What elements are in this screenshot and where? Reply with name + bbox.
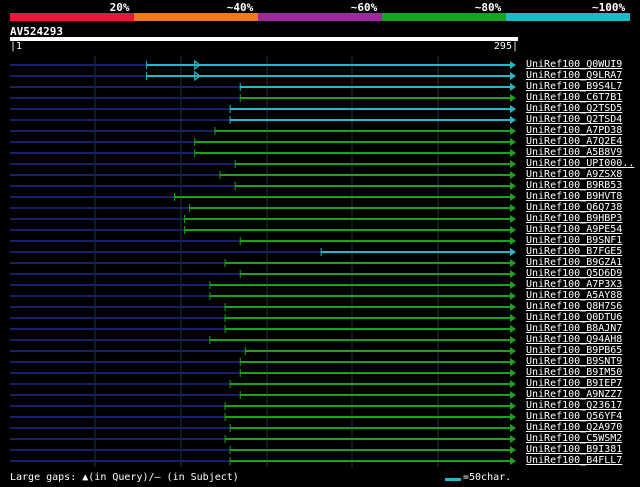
hit-link[interactable]: UniRef100_Q23617: [526, 400, 622, 411]
alignment-arrowhead: [510, 149, 516, 157]
alignment-arrowhead: [510, 303, 516, 311]
hit-link[interactable]: UniRef100_B9SNF1: [526, 235, 622, 246]
alignment-arrowhead: [510, 402, 516, 410]
alignment-arrowhead: [510, 182, 516, 190]
alignment-arrowhead: [510, 314, 516, 322]
hit-link[interactable]: UniRef100_Q5D6D9: [526, 268, 622, 279]
hit-link[interactable]: UniRef100_B9IM50: [526, 367, 622, 378]
hit-link[interactable]: UniRef100_A9ZSX8: [526, 169, 622, 180]
hit-link[interactable]: UniRef100_A7P3X3: [526, 279, 622, 290]
hit-link[interactable]: UniRef100_A7PD38: [526, 125, 622, 136]
alignment-arrowhead: [510, 237, 516, 245]
alignment-arrowhead: [510, 72, 516, 80]
alignment-arrowhead: [510, 424, 516, 432]
hit-link[interactable]: UniRef100_B9GZA1: [526, 257, 622, 268]
hit-link[interactable]: UniRef100_B9SNT9: [526, 356, 622, 367]
hit-link[interactable]: UniRef100_A9PE54: [526, 224, 622, 235]
alignment-arrowhead: [510, 270, 516, 278]
alignment-arrowhead: [510, 138, 516, 146]
scale-line: [445, 478, 461, 481]
alignment-arrowhead: [510, 325, 516, 333]
alignment-arrowhead: [510, 347, 516, 355]
alignment-arrowhead: [510, 160, 516, 168]
hit-link[interactable]: UniRef100_Q56YF4: [526, 411, 622, 422]
alignment-arrowhead: [510, 435, 516, 443]
hit-link[interactable]: UniRef100_Q2A970: [526, 422, 622, 433]
alignment-arrowhead: [510, 116, 516, 124]
alignment-arrowhead: [510, 358, 516, 366]
hit-link[interactable]: UniRef100_B7FGE5: [526, 246, 622, 257]
hit-link[interactable]: UniRef100_B8AJN7: [526, 323, 622, 334]
hit-link[interactable]: UniRef100_A9NZZ7: [526, 389, 622, 400]
alignment-arrowhead: [510, 215, 516, 223]
hit-link[interactable]: UniRef100_Q9LRA7: [526, 70, 622, 81]
hit-link[interactable]: UniRef100_Q2TSD5: [526, 103, 622, 114]
hit-link[interactable]: UniRef100_A5B8V9: [526, 147, 622, 158]
alignment-arrowhead: [510, 259, 516, 267]
hit-link[interactable]: UniRef100_B9HVT8: [526, 191, 622, 202]
alignment-arrowhead: [510, 446, 516, 454]
hit-link[interactable]: UniRef100_Q2TSD4: [526, 114, 622, 125]
alignment-arrowhead: [510, 204, 516, 212]
gaps-label: Large gaps:: [10, 472, 83, 483]
hit-link[interactable]: UniRef100_Q0WUI9: [526, 59, 622, 70]
hit-link[interactable]: UniRef100_B9S4L7: [526, 81, 622, 92]
hit-link[interactable]: UniRef100_A7Q2E4: [526, 136, 622, 147]
gaps-description: (in Query)/– (in Subject): [88, 472, 239, 483]
hit-link[interactable]: UniRef100_Q94AH8: [526, 334, 622, 345]
hit-link[interactable]: UniRef100_B9IEP7: [526, 378, 622, 389]
footer-gaps-legend: Large gaps: ▲(in Query)/– (in Subject): [10, 472, 239, 483]
hit-link[interactable]: UniRef100_C5WSM2: [526, 433, 622, 444]
alignment-arrowhead: [510, 226, 516, 234]
alignment-arrowhead: [510, 457, 516, 465]
alignment-arrowhead: [510, 127, 516, 135]
alignment-arrowhead: [510, 61, 516, 69]
hit-link[interactable]: UniRef100_C6T7B1: [526, 92, 622, 103]
alignment-arrowhead: [510, 413, 516, 421]
alignment-arrowhead: [510, 193, 516, 201]
alignment-arrowhead: [510, 391, 516, 399]
alignment-arrowhead: [510, 94, 516, 102]
alignment-arrowhead: [510, 380, 516, 388]
alignment-arrowhead: [510, 171, 516, 179]
hit-link[interactable]: UniRef100_B9I381: [526, 444, 622, 455]
hit-link[interactable]: UniRef100_B4FLL7: [526, 455, 622, 466]
alignment-arrowhead: [510, 83, 516, 91]
hit-link[interactable]: UniRef100_B9PB65: [526, 345, 622, 356]
alignment-arrowhead: [510, 336, 516, 344]
hit-link[interactable]: UniRef100_Q8H7S6: [526, 301, 622, 312]
hit-link[interactable]: UniRef100_B9HBP3: [526, 213, 622, 224]
alignment-arrowhead: [510, 281, 516, 289]
hit-link[interactable]: UniRef100_A5AY88: [526, 290, 622, 301]
scale-label: =50char.: [463, 472, 512, 483]
alignment-arrowhead: [510, 292, 516, 300]
alignment-arrowhead: [510, 248, 516, 256]
hit-link[interactable]: UniRef100_B9RB53: [526, 180, 622, 191]
alignment-arrowhead: [510, 369, 516, 377]
alignment-arrowhead: [510, 105, 516, 113]
hit-link[interactable]: UniRef100_Q0DTU6: [526, 312, 622, 323]
hit-link[interactable]: UniRef100_Q6Q738: [526, 202, 622, 213]
hit-link[interactable]: UniRef100_UPI000..: [526, 158, 634, 169]
